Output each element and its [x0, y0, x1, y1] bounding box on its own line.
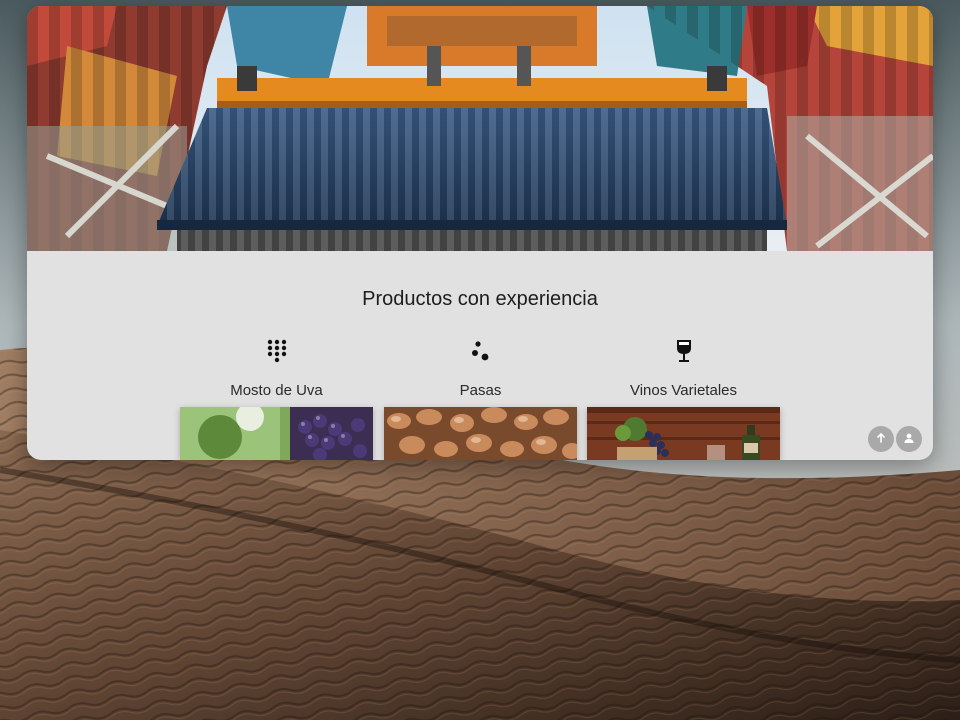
product-label: Pasas — [459, 382, 502, 399]
raisins-icon — [469, 338, 493, 364]
user-account-button[interactable] — [896, 426, 922, 452]
product-card-vinos-varietales[interactable]: Vinos Varietales — [587, 336, 780, 460]
scroll-to-top-button[interactable] — [868, 426, 894, 452]
product-label: Mosto de Uva — [230, 382, 323, 399]
person-icon — [903, 432, 915, 447]
arrow-up-icon — [875, 432, 887, 447]
product-image-grapes — [180, 407, 373, 460]
product-label: Vinos Varietales — [629, 382, 737, 399]
wine-glass-icon — [672, 338, 696, 364]
product-card-pasas[interactable]: Pasas — [384, 336, 577, 460]
dot-grid-icon — [265, 338, 289, 364]
product-card-mosto-de-uva[interactable]: Mosto de Uva — [180, 336, 373, 460]
section-title: Productos con experiencia — [362, 288, 598, 310]
app-window: Productos con experiencia Mosto de Uva P… — [27, 6, 933, 460]
hero-image — [27, 6, 933, 251]
product-list: Mosto de Uva Pasas Vinos Varietales — [180, 336, 780, 460]
product-image-wine — [587, 407, 780, 460]
product-image-raisins — [384, 407, 577, 460]
